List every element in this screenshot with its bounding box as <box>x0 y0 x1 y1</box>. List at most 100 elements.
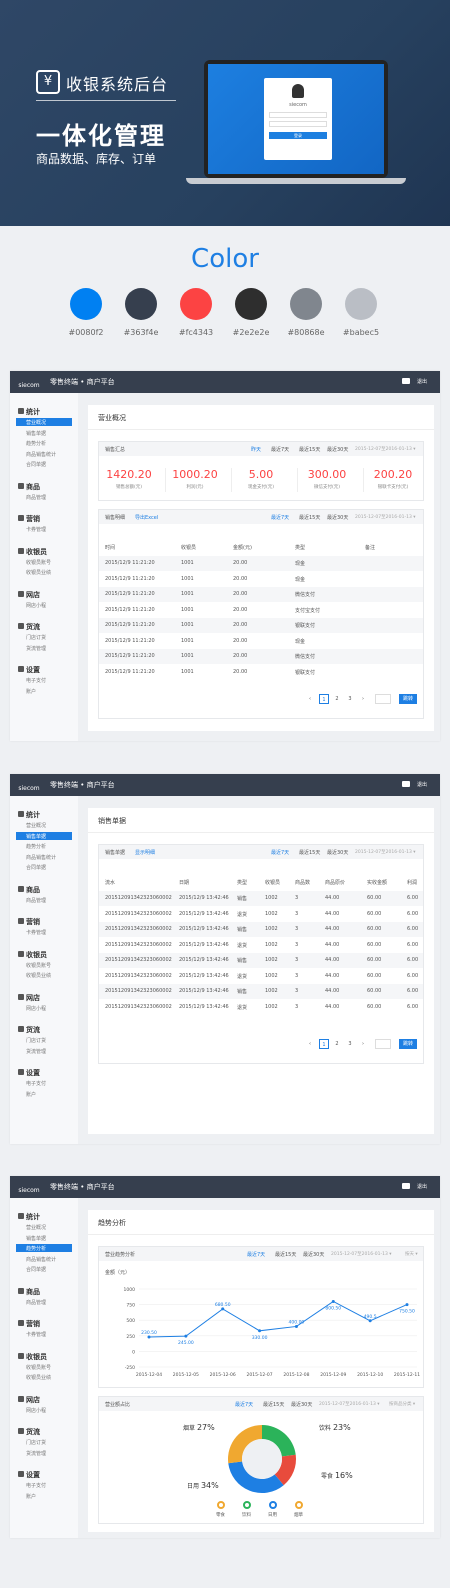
filter-30days[interactable]: 最近30天 <box>327 446 348 453</box>
sidebar-group-0[interactable]: 统计 <box>26 810 40 820</box>
sidebar-group-4[interactable]: 网店 <box>26 993 40 1003</box>
prev-page-button[interactable]: ‹ <box>305 1039 315 1049</box>
filter-30days[interactable]: 最近30天 <box>327 514 348 521</box>
page-button[interactable]: 1 <box>319 694 329 704</box>
sidebar-item[interactable]: 货流管理 <box>26 645 46 652</box>
filter-15days[interactable]: 最近15天 <box>299 446 320 453</box>
sidebar-item[interactable]: 卡券管理 <box>26 526 46 533</box>
sidebar-group-6[interactable]: 设置 <box>26 665 40 675</box>
exit-link[interactable]: 退出 <box>417 1183 427 1190</box>
sidebar-item[interactable]: 销售单据 <box>26 1235 46 1242</box>
sidebar-group-6[interactable]: 设置 <box>26 1068 40 1078</box>
page-input[interactable] <box>375 694 391 704</box>
sidebar-item[interactable]: 收银员业绩 <box>26 972 51 979</box>
filter-30days[interactable]: 最近30天 <box>327 849 348 856</box>
sidebar-item[interactable]: 电子支付 <box>26 677 46 684</box>
prev-page-button[interactable]: ‹ <box>305 694 315 704</box>
sidebar-group-1[interactable]: 商品 <box>26 482 40 492</box>
sidebar-group-5[interactable]: 货流 <box>26 1427 40 1437</box>
mail-icon[interactable] <box>402 378 410 384</box>
sidebar-item[interactable]: 电子支付 <box>26 1482 46 1489</box>
sidebar-group-1[interactable]: 商品 <box>26 1287 40 1297</box>
sidebar-item[interactable]: 销售单据 <box>26 430 46 437</box>
sidebar-item[interactable]: 收银员账号 <box>26 1364 51 1371</box>
filter-15days[interactable]: 最近15天 <box>299 849 320 856</box>
jump-button[interactable]: 跳转 <box>399 1039 417 1049</box>
sidebar-group-1[interactable]: 商品 <box>26 885 40 895</box>
sidebar-group-3[interactable]: 收银员 <box>26 1352 47 1362</box>
sidebar-item[interactable]: 网店小程 <box>26 1005 46 1012</box>
next-page-button[interactable]: › <box>358 694 368 704</box>
sidebar-item[interactable]: 门店订货 <box>26 634 46 641</box>
sidebar-item-active[interactable]: 营业概况 <box>16 418 72 426</box>
date-range-picker[interactable]: 2015-12-07至2016-01-13 ▾ <box>355 514 416 520</box>
sidebar-item[interactable]: 电子支付 <box>26 1080 46 1087</box>
sidebar-item-label: 销售单据 <box>26 833 47 840</box>
export-excel-link[interactable]: 导出Excel <box>135 514 158 521</box>
page-button[interactable]: 1 <box>319 1039 329 1049</box>
sidebar-item[interactable]: 账户 <box>26 1091 36 1098</box>
show-detail-link[interactable]: 显示明细 <box>135 849 155 856</box>
sidebar-item[interactable]: 商品销售统计 <box>26 854 56 861</box>
sidebar-item[interactable]: 网店小程 <box>26 602 46 609</box>
sidebar-item[interactable]: 商品管理 <box>26 1299 46 1306</box>
sidebar-item[interactable]: 门店订货 <box>26 1439 46 1446</box>
sidebar-item[interactable]: 收银员业绩 <box>26 569 51 576</box>
sidebar-item[interactable]: 趋势分析 <box>26 440 46 447</box>
sidebar-group-2[interactable]: 营销 <box>26 514 40 524</box>
sidebar-item-active[interactable]: 销售单据 <box>16 831 72 840</box>
sidebar-item[interactable]: 货流管理 <box>26 1048 46 1055</box>
filter-7days[interactable]: 最近7天 <box>271 849 289 856</box>
sidebar-item[interactable]: 货流管理 <box>26 1450 46 1457</box>
filter-yesterday[interactable]: 昨天 <box>251 446 261 453</box>
sidebar-item[interactable]: 合同单据 <box>26 864 46 871</box>
date-range-picker[interactable]: 2015-12-07至2016-01-13 ▾ <box>355 849 416 855</box>
table-row: 2015/12/9 11:21:20 1001 20.00 银联支付 <box>99 618 423 633</box>
filter-15days[interactable]: 最近15天 <box>299 514 320 521</box>
sidebar-group-2[interactable]: 营销 <box>26 917 40 927</box>
sidebar-item[interactable]: 趋势分析 <box>26 843 46 850</box>
sidebar-group-5[interactable]: 货流 <box>26 622 40 632</box>
sidebar-item[interactable]: 网店小程 <box>26 1407 46 1414</box>
sidebar-item[interactable]: 营业概况 <box>26 1224 46 1231</box>
sidebar-group-6[interactable]: 设置 <box>26 1470 40 1480</box>
sidebar-group-2[interactable]: 营销 <box>26 1319 40 1329</box>
sidebar-group-0[interactable]: 统计 <box>26 1212 40 1222</box>
page-input[interactable] <box>375 1039 391 1049</box>
mail-icon[interactable] <box>402 1183 410 1189</box>
sidebar-group-5[interactable]: 货流 <box>26 1025 40 1035</box>
sidebar-item-active[interactable]: 趋势分析 <box>16 1244 72 1252</box>
sidebar-item[interactable]: 商品销售统计 <box>26 451 56 458</box>
sidebar-item[interactable]: 商品管理 <box>26 897 46 904</box>
sidebar-item[interactable]: 合同单据 <box>26 1266 46 1273</box>
page-button[interactable]: 3 <box>345 694 355 704</box>
sidebar-group-4[interactable]: 网店 <box>26 1395 40 1405</box>
sidebar-item[interactable]: 卡券管理 <box>26 1331 46 1338</box>
filter-7days[interactable]: 最近7天 <box>271 514 289 521</box>
sidebar-item[interactable]: 账户 <box>26 1493 36 1500</box>
filter-7days[interactable]: 最近7天 <box>271 446 289 453</box>
sidebar-item[interactable]: 营业概况 <box>26 822 46 829</box>
sidebar-item[interactable]: 收银员账号 <box>26 559 51 566</box>
next-page-button[interactable]: › <box>358 1039 368 1049</box>
sidebar-item[interactable]: 账户 <box>26 688 36 695</box>
exit-link[interactable]: 退出 <box>417 378 427 385</box>
sidebar-item[interactable]: 合同单据 <box>26 461 46 468</box>
sidebar-item[interactable]: 门店订货 <box>26 1037 46 1044</box>
sidebar-item[interactable]: 收银员账号 <box>26 962 51 969</box>
sidebar-item[interactable]: 商品管理 <box>26 494 46 501</box>
sidebar-group-0[interactable]: 统计 <box>26 407 40 417</box>
sidebar-item[interactable]: 卡券管理 <box>26 929 46 936</box>
sidebar-group-3[interactable]: 收银员 <box>26 950 47 960</box>
sidebar-group-4[interactable]: 网店 <box>26 590 40 600</box>
jump-button[interactable]: 跳转 <box>399 694 417 704</box>
date-range-picker[interactable]: 2015-12-07至2016-01-13 ▾ <box>355 446 416 452</box>
page-button[interactable]: 2 <box>332 694 342 704</box>
exit-link[interactable]: 退出 <box>417 781 427 788</box>
mail-icon[interactable] <box>402 781 410 787</box>
page-button[interactable]: 2 <box>332 1039 342 1049</box>
page-button[interactable]: 3 <box>345 1039 355 1049</box>
sidebar-group-3[interactable]: 收银员 <box>26 547 47 557</box>
sidebar-item[interactable]: 收银员业绩 <box>26 1374 51 1381</box>
sidebar-item[interactable]: 商品销售统计 <box>26 1256 56 1263</box>
